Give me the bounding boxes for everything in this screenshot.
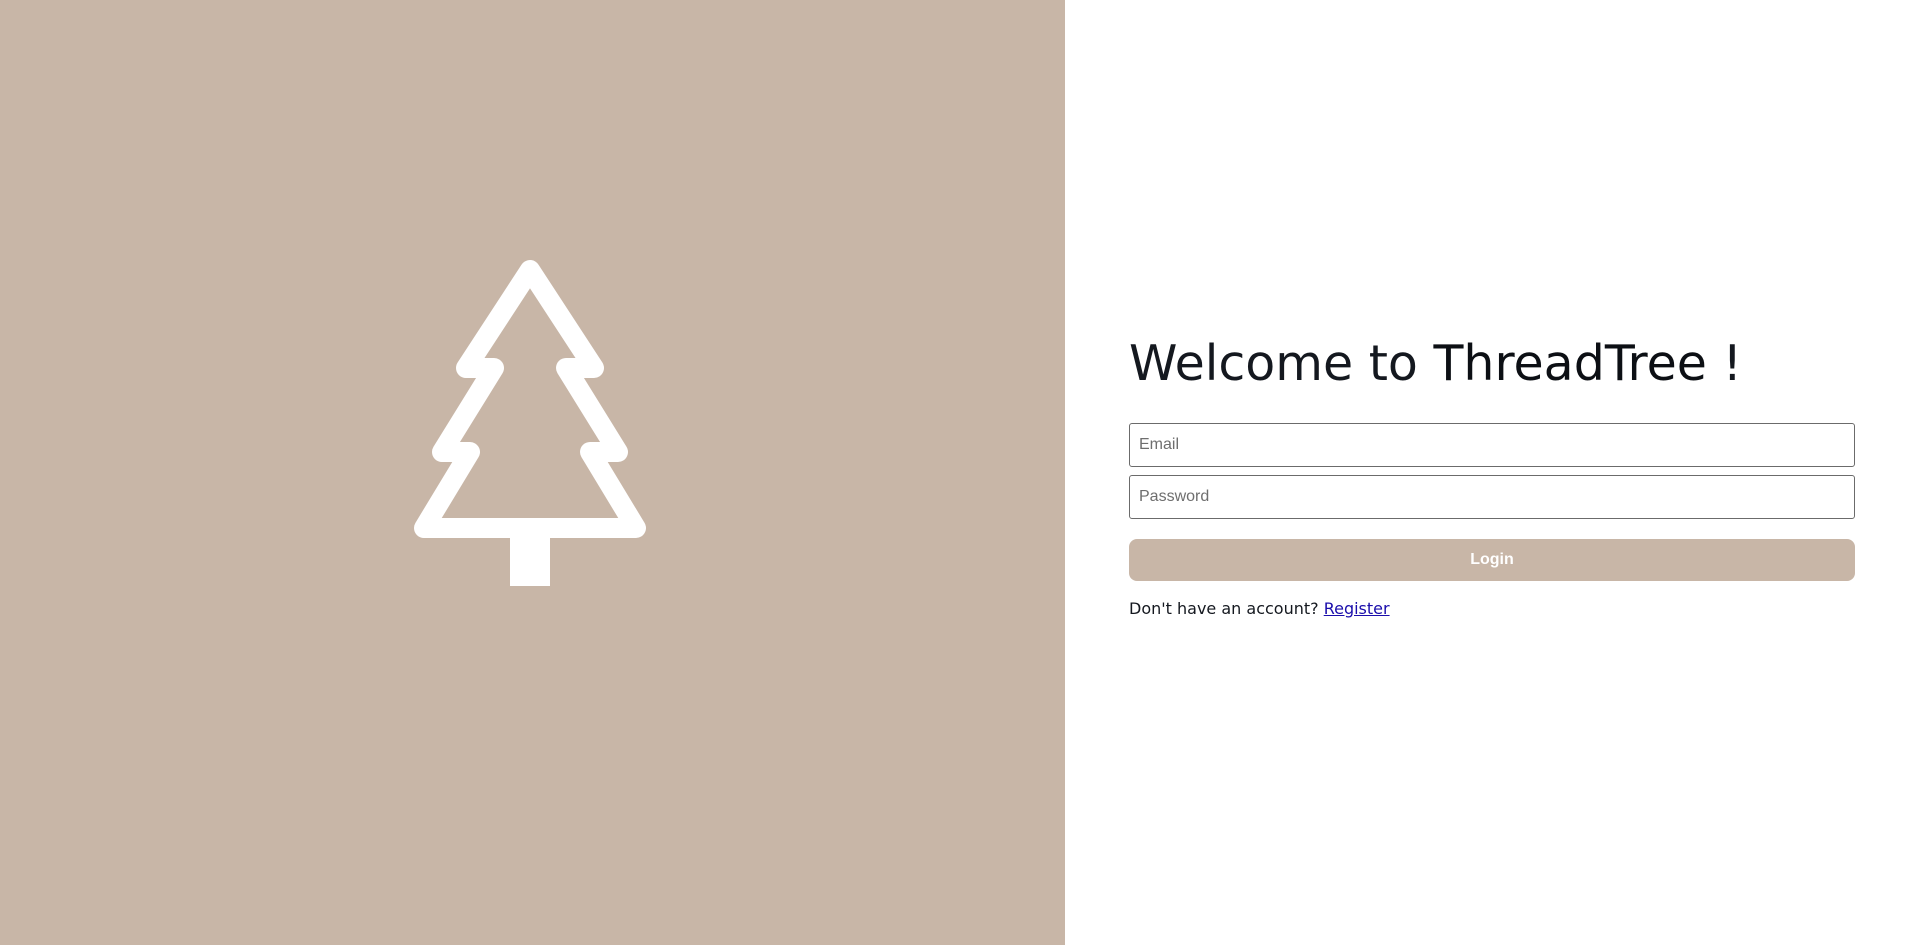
register-row: Don't have an account? Register xyxy=(1129,599,1855,618)
register-prompt: Don't have an account? xyxy=(1129,599,1324,618)
brand-name: ThreadTree xyxy=(1433,335,1707,392)
title-prefix: Welcome to xyxy=(1129,335,1434,392)
email-field[interactable] xyxy=(1129,423,1855,467)
tree-icon xyxy=(414,260,646,586)
title-suffix: ! xyxy=(1706,335,1743,392)
login-form: Welcome to ThreadTree ! Login Don't have… xyxy=(1129,326,1855,618)
login-panel: Welcome to ThreadTree ! Login Don't have… xyxy=(1065,0,1917,945)
page-title: Welcome to ThreadTree ! xyxy=(1129,326,1855,402)
register-link[interactable]: Register xyxy=(1324,599,1390,618)
brand-panel xyxy=(0,0,1065,945)
password-field[interactable] xyxy=(1129,475,1855,519)
login-button[interactable]: Login xyxy=(1129,539,1855,581)
